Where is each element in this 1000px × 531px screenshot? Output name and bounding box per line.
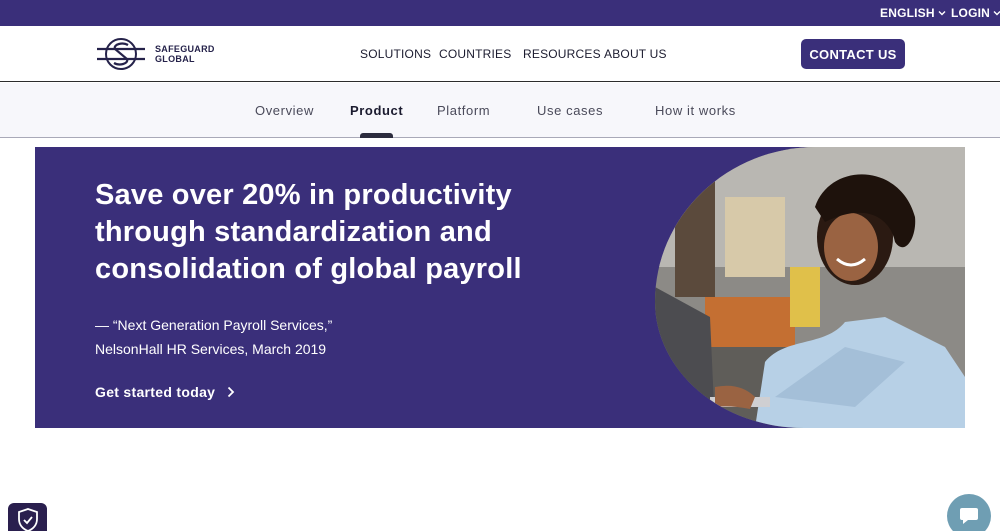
top-utility-bar: ENGLISH LOGIN <box>0 0 1000 26</box>
chat-bubble-icon <box>960 508 978 524</box>
logo-mark-icon <box>97 38 145 70</box>
hero-title-line-2: through standardization and <box>95 216 492 248</box>
hero-photo <box>655 147 965 428</box>
nav-resources[interactable]: RESOURCES <box>523 47 601 61</box>
login-menu[interactable]: LOGIN <box>951 0 1000 26</box>
woman-at-laptop-image <box>655 147 965 428</box>
active-tab-indicator <box>360 133 393 138</box>
hero-title-line-1: Save over 20% in productivity <box>95 179 512 211</box>
chevron-right-icon <box>228 386 235 398</box>
chat-launcher-button[interactable] <box>947 494 991 531</box>
hero-banner: Save over 20% in productivity through st… <box>35 147 965 428</box>
product-subnav: Overview Product Platform Use cases How … <box>0 83 1000 138</box>
contact-us-button[interactable]: CONTACT US <box>801 39 905 69</box>
logo-line-2: GLOBAL <box>155 54 195 64</box>
tab-platform[interactable]: Platform <box>437 103 490 118</box>
hero-quote: — “Next Generation Payroll Services,” Ne… <box>95 313 332 361</box>
hero-quote-line-2: NelsonHall HR Services, March 2019 <box>95 341 327 357</box>
logo-line-1: SAFEGUARD <box>155 44 215 54</box>
hero-title: Save over 20% in productivity through st… <box>95 177 575 288</box>
hero-quote-line-1: — “Next Generation Payroll Services,” <box>95 317 333 333</box>
nav-solutions[interactable]: SOLUTIONS <box>360 47 431 61</box>
language-selector[interactable]: ENGLISH <box>880 0 946 26</box>
privacy-shield-button[interactable] <box>8 503 47 531</box>
get-started-link[interactable]: Get started today <box>95 384 235 400</box>
main-header: SAFEGUARD GLOBAL SOLUTIONS COUNTRIES RES… <box>0 26 1000 82</box>
chevron-down-icon <box>938 11 946 16</box>
shield-check-icon <box>17 508 38 531</box>
nav-countries[interactable]: COUNTRIES <box>439 47 511 61</box>
chevron-down-icon <box>993 11 1000 16</box>
tab-how-it-works[interactable]: How it works <box>655 103 736 118</box>
hero-title-line-3: consolidation of global payroll <box>95 253 522 285</box>
tab-product[interactable]: Product <box>350 103 403 118</box>
tab-overview[interactable]: Overview <box>255 103 314 118</box>
login-label: LOGIN <box>951 6 990 20</box>
nav-about-us[interactable]: ABOUT US <box>604 47 667 61</box>
language-label: ENGLISH <box>880 6 935 20</box>
logo-wordmark: SAFEGUARD GLOBAL <box>155 44 215 64</box>
get-started-label: Get started today <box>95 384 216 400</box>
safeguard-global-logo[interactable]: SAFEGUARD GLOBAL <box>95 36 225 72</box>
tab-use-cases[interactable]: Use cases <box>537 103 603 118</box>
